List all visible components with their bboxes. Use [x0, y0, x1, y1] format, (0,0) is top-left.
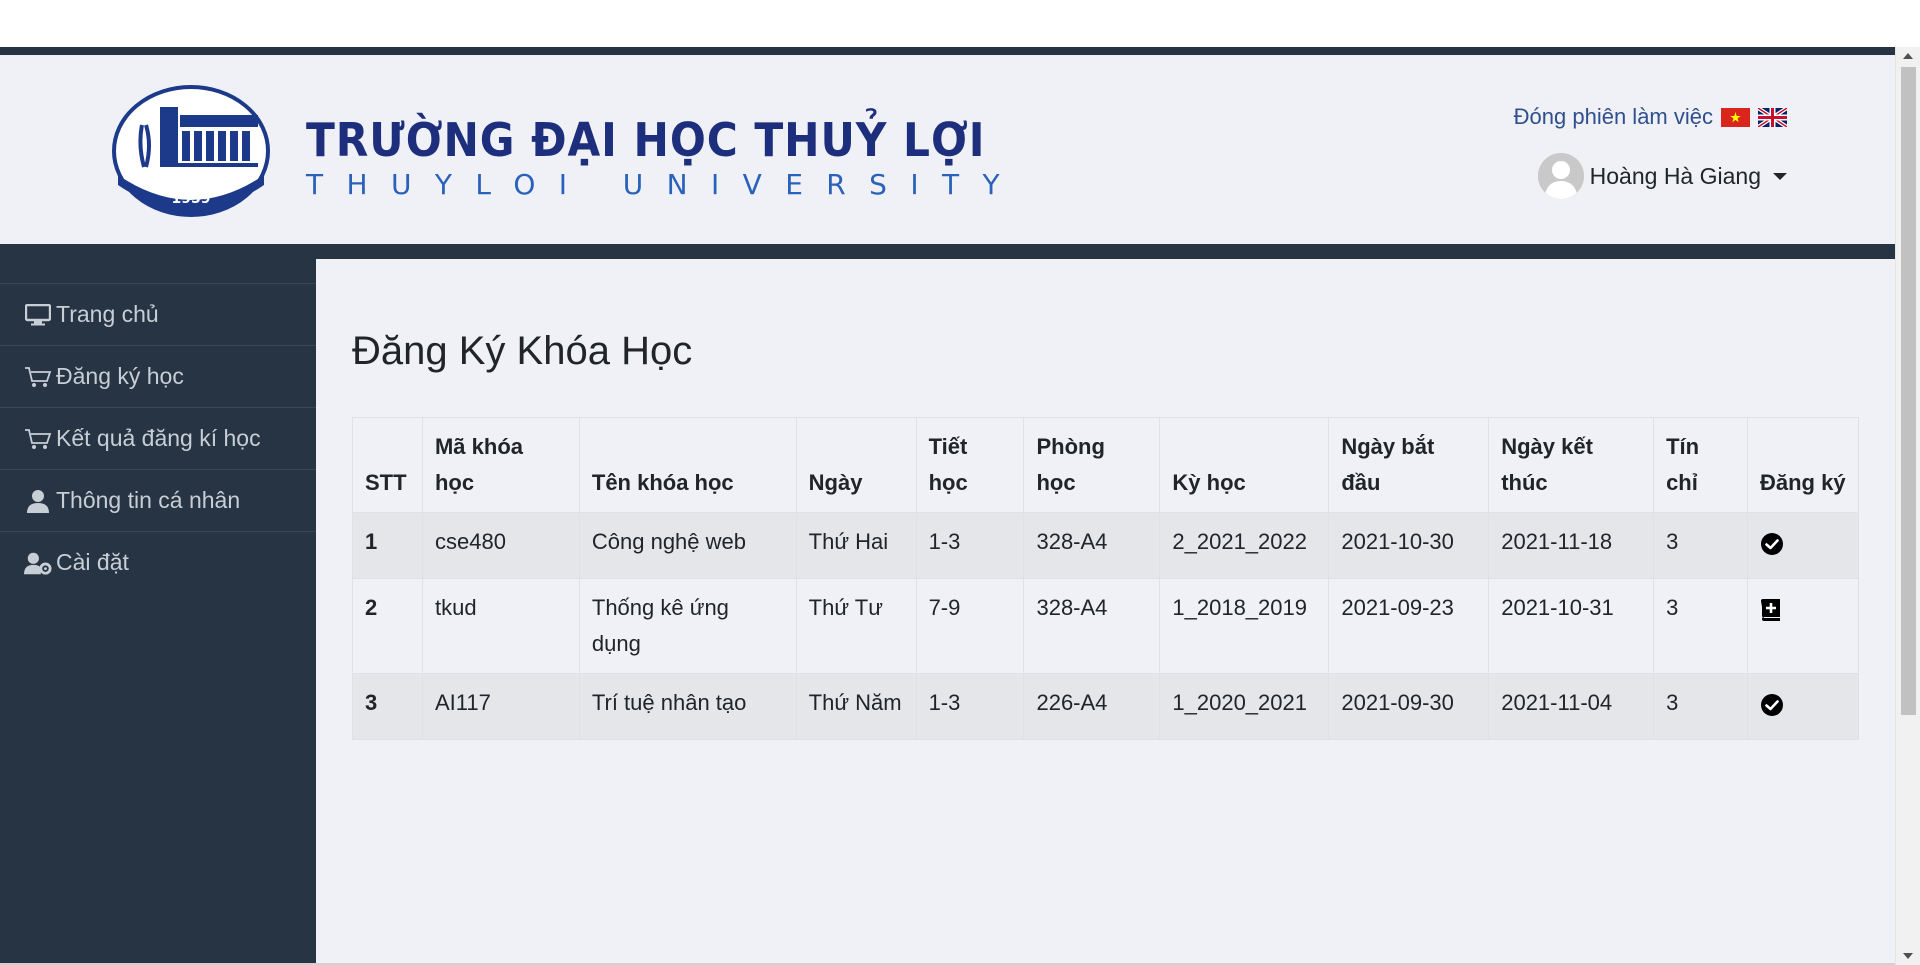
sidebar-item-settings[interactable]: Cài đặt: [0, 531, 316, 593]
site-header: 1959 TRƯỜNG ĐẠI HỌC THUỶ LỢI THUYLOI UNI…: [0, 55, 1895, 244]
cell-period: 1-3: [915, 512, 1025, 579]
page-scrollbar[interactable]: [1895, 47, 1920, 965]
default-avatar-icon: [1537, 153, 1584, 199]
cell-register: [1746, 673, 1860, 740]
cell-register: [1746, 512, 1860, 579]
cell-room: 226-A4: [1023, 673, 1161, 740]
logout-link[interactable]: Đóng phiên làm việc: [1514, 104, 1713, 130]
column-header: STT: [352, 417, 423, 513]
brand-title-vietnamese: TRƯỜNG ĐẠI HỌC THUỶ LỢI: [306, 113, 986, 167]
cell-start-date: 2021-09-23: [1328, 578, 1490, 674]
browser-top-area: [0, 0, 1920, 47]
column-header: Kỳ học: [1159, 417, 1330, 513]
column-header: Ngày kết thúc: [1488, 417, 1655, 513]
check-circle-icon[interactable]: [1760, 532, 1784, 556]
header-actions: Đóng phiên làm việc: [1514, 104, 1787, 130]
sidebar-item-label: Trang chủ: [56, 301, 159, 327]
cell-room: 328-A4: [1023, 578, 1161, 674]
column-header: Tên khóa học: [578, 417, 797, 513]
cell-period: 7-9: [915, 578, 1025, 674]
cell-course-code: tkud: [421, 578, 580, 674]
cell-term: 2_2021_2022: [1159, 512, 1330, 579]
sidebar-item-label: Kết quả đăng kí học: [56, 425, 261, 451]
cell-day: Thứ Hai: [795, 512, 917, 579]
cell-credits: 3: [1653, 512, 1748, 579]
table-row: 1 cse480 Công nghệ web Thứ Hai 1-3 328-A…: [352, 512, 1860, 579]
desktop-icon: [24, 302, 52, 328]
logo-year: 1959: [172, 191, 211, 207]
course-table: STT Mã khóa học Tên khóa học Ngày Tiết h…: [352, 417, 1860, 740]
cell-stt: 3: [352, 673, 423, 740]
cell-course-name: Trí tuệ nhân tạo: [578, 673, 797, 740]
user-name: Hoàng Hà Giang: [1589, 162, 1761, 189]
cell-stt: 1: [352, 512, 423, 579]
sidebar-item-personal-info[interactable]: Thông tin cá nhân: [0, 469, 316, 531]
column-header: Tín chỉ: [1653, 417, 1748, 513]
cell-term: 1_2018_2019: [1159, 578, 1330, 674]
column-header: Phòng học: [1023, 417, 1161, 513]
nav-bar: [0, 244, 1895, 259]
scrollbar-thumb[interactable]: [1901, 67, 1916, 715]
cell-credits: 3: [1653, 673, 1748, 740]
check-circle-icon[interactable]: [1760, 693, 1784, 717]
user-icon: [24, 488, 52, 514]
column-header: Ngày: [795, 417, 917, 513]
sidebar-item-course-registration[interactable]: Đăng ký học: [0, 345, 316, 407]
cell-start-date: 2021-10-30: [1328, 512, 1490, 579]
cell-register: [1746, 578, 1860, 674]
chevron-down-icon: [1773, 172, 1787, 180]
sidebar-item-registration-results[interactable]: Kết quả đăng kí học: [0, 407, 316, 469]
cell-course-name: Công nghệ web: [578, 512, 797, 579]
table-row: 2 tkud Thống kê ứng dụng Thứ Tư 7-9 328-…: [352, 578, 1860, 674]
cell-day: Thứ Tư: [795, 578, 917, 674]
cell-room: 328-A4: [1023, 512, 1161, 579]
cell-stt: 2: [352, 578, 423, 674]
main-content: Đăng Ký Khóa Học STT Mã khóa học Tên khó…: [316, 259, 1895, 965]
table-row: 3 AI117 Trí tuệ nhân tạo Thứ Năm 1-3 226…: [352, 673, 1860, 740]
avatar: [1537, 153, 1584, 199]
page-title: Đăng Ký Khóa Học: [352, 329, 693, 373]
cell-credits: 3: [1653, 578, 1748, 674]
cell-day: Thứ Năm: [795, 673, 917, 740]
cart-icon: [24, 426, 52, 452]
top-accent-bar: [0, 47, 1895, 55]
cell-start-date: 2021-09-30: [1328, 673, 1490, 740]
cell-end-date: 2021-11-04: [1488, 673, 1655, 740]
uk-flag-icon[interactable]: [1758, 107, 1787, 127]
column-header: Mã khóa học: [421, 417, 580, 513]
cell-end-date: 2021-11-18: [1488, 512, 1655, 579]
user-cog-icon: [24, 550, 52, 576]
cell-course-name: Thống kê ứng dụng: [578, 578, 797, 674]
book-plus-icon[interactable]: [1760, 598, 1782, 622]
cell-course-code: cse480: [421, 512, 580, 579]
cell-end-date: 2021-10-31: [1488, 578, 1655, 674]
cart-icon: [24, 364, 52, 390]
scroll-down-icon[interactable]: [1903, 953, 1913, 959]
vietnam-flag-icon[interactable]: [1721, 107, 1750, 127]
sidebar-item-home[interactable]: Trang chủ: [0, 283, 316, 345]
sidebar: Trang chủ Đăng ký học Kết quả đăng kí họ…: [0, 259, 316, 965]
sidebar-item-label: Đăng ký học: [56, 363, 184, 389]
table-header-row: STT Mã khóa học Tên khóa học Ngày Tiết h…: [352, 417, 1860, 513]
column-header: Đăng ký: [1746, 417, 1860, 513]
sidebar-item-label: Cài đặt: [56, 549, 129, 575]
brand-title-english: THUYLOI UNIVERSITY: [306, 168, 1023, 201]
sidebar-item-label: Thông tin cá nhân: [56, 487, 241, 513]
column-header: Tiết học: [915, 417, 1025, 513]
cell-term: 1_2020_2021: [1159, 673, 1330, 740]
university-logo[interactable]: 1959: [112, 85, 270, 217]
user-menu[interactable]: Hoàng Hà Giang: [1537, 153, 1787, 199]
cell-period: 1-3: [915, 673, 1025, 740]
scroll-up-icon[interactable]: [1903, 53, 1913, 59]
cell-course-code: AI117: [421, 673, 580, 740]
column-header: Ngày bắt đầu: [1328, 417, 1490, 513]
